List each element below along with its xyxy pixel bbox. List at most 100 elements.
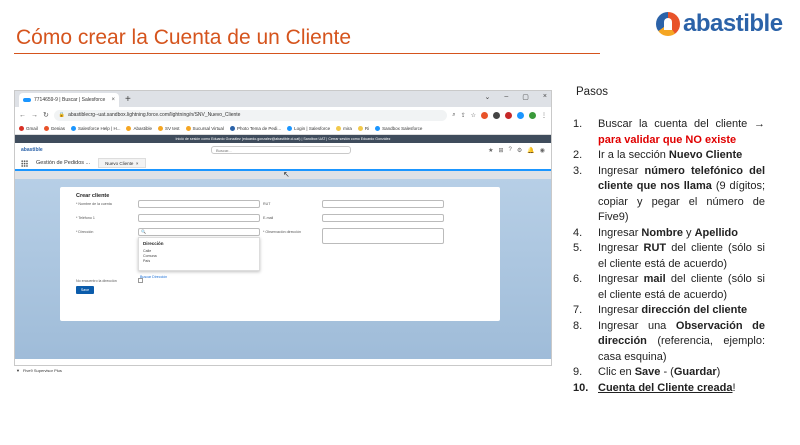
menu-icon[interactable]: ⋮ <box>541 112 547 119</box>
profile-avatar[interactable] <box>529 111 536 119</box>
bookmark-item[interactable]: Photo Tema de Pedi... <box>229 126 281 131</box>
lock-icon: 🔒 <box>58 112 66 118</box>
login-as-banner: Inició de sesión como Eduardo González (… <box>15 135 551 143</box>
notifications-icon[interactable]: 🔔 <box>527 147 534 154</box>
bookmark-item[interactable]: Sandbox Salesforce <box>375 126 422 131</box>
email-label: E-mail <box>263 216 274 220</box>
step-text-part: Save <box>634 366 661 378</box>
bookmark-folder[interactable]: Ri <box>357 126 369 131</box>
new-tab-button[interactable]: + <box>125 93 131 107</box>
dropdown-item[interactable]: País <box>139 259 259 264</box>
address-bar: ← → ↻ 🔒 abastiblecrg--uat.sandbox.lightn… <box>15 107 551 123</box>
step-text-part: Buscar la cuenta del cliente <box>598 118 754 130</box>
maximize-button[interactable]: ▢ <box>522 93 529 101</box>
step-item: 4. Ingresar Nombre y Apellido <box>573 226 765 242</box>
forward-icon[interactable]: → <box>31 112 38 119</box>
step-text-part: Cuenta del Cliente creada <box>598 381 733 394</box>
step-text: Buscar la cuenta del cliente → para vali… <box>598 117 765 148</box>
step-number: 8. <box>573 319 583 332</box>
zoom-icon[interactable]: ⌕ <box>452 112 455 119</box>
address-note-textarea[interactable] <box>322 228 444 244</box>
step-text-part: mail <box>643 273 666 285</box>
extension-icon[interactable] <box>505 111 512 119</box>
create-client-form: Crear cliente * Nombre de la cuenta RUT … <box>60 187 500 321</box>
step-text: Ingresar RUT del cliente (sólo si el cli… <box>598 241 765 272</box>
step-text: Ingresar número telefónico del cliente q… <box>598 164 765 226</box>
account-name-input[interactable] <box>138 200 260 208</box>
step-number: 5. <box>573 242 583 254</box>
url-input[interactable]: 🔒 abastiblecrg--uat.sandbox.lightning.fo… <box>53 109 448 121</box>
search-address-link[interactable]: Buscar Dirección <box>140 275 167 279</box>
share-icon[interactable]: ⇪ <box>461 112 466 119</box>
address-search-input[interactable]: 🔍 <box>138 228 260 236</box>
step-item: 8. Ingresar una Observación de dirección … <box>573 319 765 366</box>
email-input[interactable] <box>322 214 444 222</box>
step-text-part: Ingresar <box>598 226 642 239</box>
extension-icon[interactable] <box>481 111 488 119</box>
step-item: 3. Ingresar número telefónico del cliente… <box>573 164 765 226</box>
flame-logo-icon <box>656 12 680 36</box>
salesforce-cloud-icon <box>23 98 31 102</box>
help-icon[interactable]: ? <box>509 147 512 153</box>
five9-utility[interactable]: ▼ Five9 Supervisor Plus <box>16 368 62 373</box>
bookmark-item[interactable]: Gmail <box>19 126 38 131</box>
tab-search-icon[interactable]: ⌄ <box>485 93 491 101</box>
form-title: Crear cliente <box>76 193 110 199</box>
settings-icon[interactable]: ⚙ <box>517 147 522 154</box>
extension-icon[interactable] <box>517 111 524 119</box>
utility-bar <box>15 359 551 365</box>
bookmark-folder[interactable]: mira <box>336 126 352 131</box>
mouse-cursor-icon: ↖ <box>283 170 290 179</box>
app-launcher-icon[interactable] <box>21 159 28 167</box>
address-label: * Dirección <box>76 230 94 234</box>
steps-list: 1. Buscar la cuenta del cliente → para va… <box>573 117 765 396</box>
extension-icons: ⌕ ⇪ ☆ ⋮ <box>452 111 547 119</box>
browser-tabstrip: 7714659-9 | Buscar | Salesforce × + ⌄ – … <box>15 91 551 107</box>
save-button[interactable]: Save <box>76 286 94 294</box>
close-window-button[interactable]: × <box>543 93 547 101</box>
browser-tab[interactable]: 7714659-9 | Buscar | Salesforce × <box>19 93 119 107</box>
favorites-icon[interactable]: ★ <box>488 147 493 154</box>
step-text: Clic en Save - (Guardar) <box>598 365 765 381</box>
bookmark-item[interactable]: Salesforce Help | H... <box>71 126 120 131</box>
step-item: 6. Ingresar mail del cliente (sólo si el … <box>573 272 765 303</box>
star-icon[interactable]: ☆ <box>471 112 476 119</box>
app-name: Gestión de Pedidos ... <box>36 160 91 166</box>
phone-input[interactable] <box>138 214 260 222</box>
step-text-part: y <box>682 226 695 239</box>
not-found-checkbox[interactable] <box>138 278 143 283</box>
reload-icon[interactable]: ↻ <box>43 111 49 119</box>
steps-title: Pasos <box>576 86 608 98</box>
step-item: 9. Clic en Save - (Guardar) <box>573 365 765 381</box>
step-item: 2. Ir a la sección Nuevo Cliente <box>573 148 765 164</box>
slide-title: Cómo crear la Cuenta de un Cliente <box>16 26 352 49</box>
step-text: Ingresar Nombre y Apellido <box>598 226 765 242</box>
rut-input[interactable] <box>322 200 444 208</box>
logo-text: abastible <box>683 10 783 37</box>
url-text: abastiblecrg--uat.sandbox.lightning.forc… <box>68 112 241 118</box>
step-text-part: RUT <box>643 242 667 254</box>
step-text-part: → <box>754 118 765 130</box>
global-search-input[interactable]: Buscar... <box>211 146 351 154</box>
step-text-part: dirección del cliente <box>641 304 748 316</box>
extension-icon[interactable] <box>493 111 500 119</box>
tab-close-icon[interactable]: × <box>111 97 115 103</box>
window-controls: ⌄ – ▢ × <box>485 93 548 101</box>
bookmark-item[interactable]: Login | Salesforce <box>287 126 330 131</box>
bookmark-item[interactable]: Sucursal Virtual <box>185 126 224 131</box>
step-item: 10. Cuenta del Cliente creada! <box>573 381 765 397</box>
step-number: 6. <box>573 273 583 285</box>
step-text: Ingresar mail del cliente (sólo si el cl… <box>598 272 765 303</box>
app-logo: abastible <box>21 147 43 153</box>
step-item: 1. Buscar la cuenta del cliente → para va… <box>573 117 765 148</box>
add-icon[interactable]: ⊞ <box>499 147 504 154</box>
tab-nuevo-cliente[interactable]: Nuevo Cliente × <box>98 158 146 168</box>
bookmark-item[interactable]: SV test <box>157 126 180 131</box>
back-icon[interactable]: ← <box>19 112 26 119</box>
minimize-button[interactable]: – <box>504 93 508 101</box>
step-number: 9. <box>573 366 583 378</box>
bookmark-item[interactable]: Genias <box>43 126 65 131</box>
bookmark-item[interactable]: Abastible <box>126 126 152 131</box>
user-avatar[interactable]: ◉ <box>540 147 545 154</box>
step-text-part: ) <box>716 366 721 378</box>
